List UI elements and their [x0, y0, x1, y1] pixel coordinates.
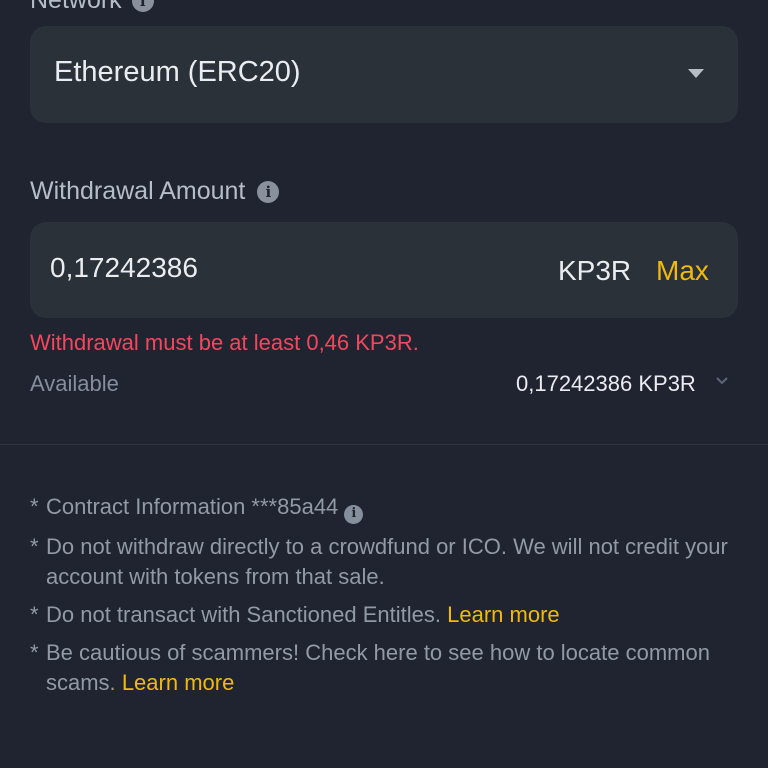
note-bullet: *	[30, 533, 39, 559]
withdrawal-amount-label-text: Withdrawal Amount	[30, 177, 246, 205]
info-icon[interactable]: i	[257, 180, 280, 203]
divider	[0, 444, 768, 445]
available-value[interactable]: 0,17242386 KP3R	[516, 371, 696, 397]
available-label: Available	[30, 371, 119, 396]
note-text: Contract Information ***85a44	[46, 494, 339, 519]
chevron-down-icon[interactable]	[714, 372, 730, 388]
max-button[interactable]: Max	[656, 255, 709, 287]
note-crowdfund: * Do not withdraw directly to a crowdfun…	[30, 532, 740, 592]
note-bullet: *	[30, 494, 39, 519]
note-bullet: *	[30, 601, 39, 627]
amount-field: KP3R Max	[30, 222, 738, 318]
amount-unit: KP3R	[558, 255, 632, 286]
caret-down-icon	[688, 69, 704, 78]
network-label-text: Network	[30, 0, 122, 14]
note-text: Do not withdraw directly to a crowdfund …	[46, 533, 728, 589]
note-scammers: * Be cautious of scammers! Check here to…	[30, 638, 740, 698]
info-icon[interactable]: i	[131, 0, 154, 12]
learn-more-link[interactable]: Learn more	[447, 602, 560, 627]
network-selected-value: Ethereum (ERC20)	[54, 56, 301, 88]
amount-error-message: Withdrawal must be at least 0,46 KP3R.	[30, 330, 419, 355]
note-sanctioned: * Do not transact with Sanctioned Entitl…	[30, 600, 740, 630]
note-contract-information: * Contract Information ***85a44 i	[30, 492, 740, 524]
amount-input[interactable]	[50, 252, 470, 284]
notes-list: * Contract Information ***85a44 i * Do no…	[30, 492, 740, 706]
network-select[interactable]: Ethereum (ERC20)	[30, 26, 738, 123]
note-bullet: *	[30, 639, 39, 665]
network-label: Network i	[30, 0, 154, 15]
withdrawal-amount-label: Withdrawal Amount i	[30, 177, 280, 206]
learn-more-link[interactable]: Learn more	[122, 670, 235, 695]
info-icon[interactable]: i	[344, 504, 364, 524]
note-text: Do not transact with Sanctioned Entitles…	[46, 601, 441, 627]
